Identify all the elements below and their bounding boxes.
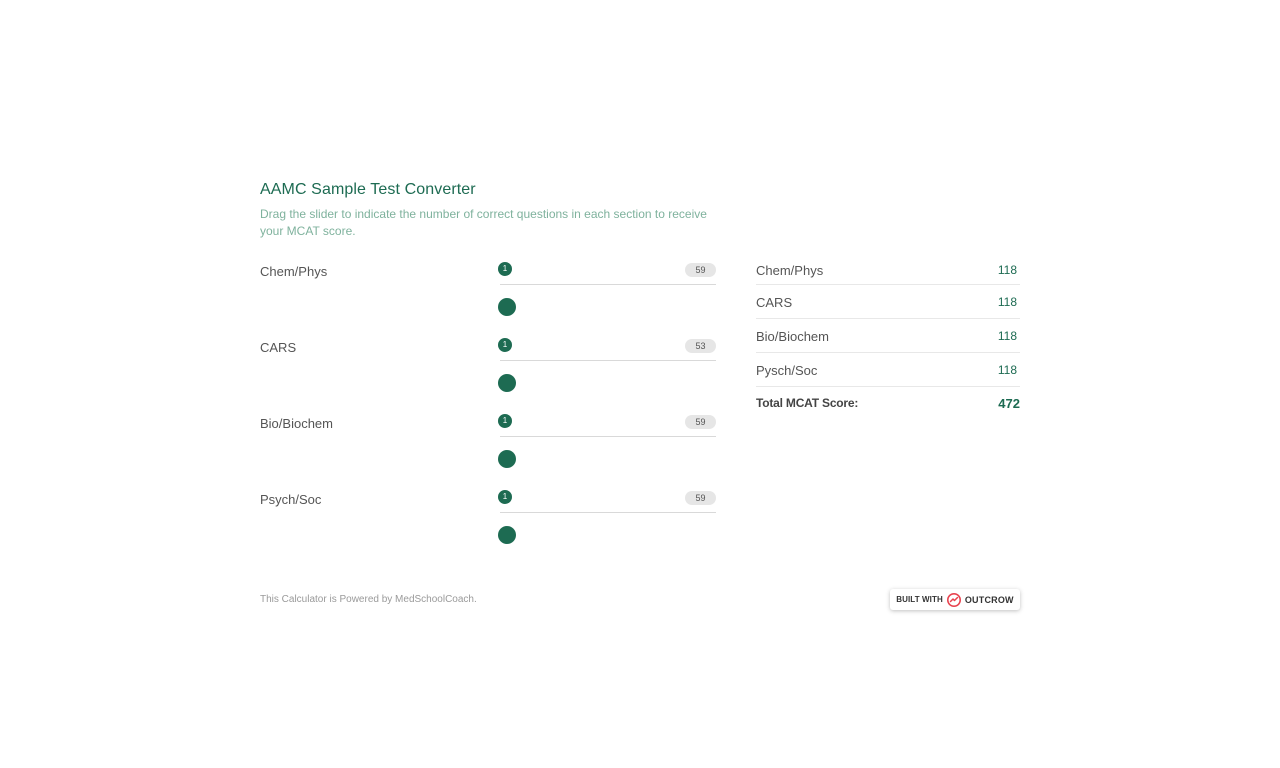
slider-max-value: 53 [685, 339, 716, 353]
slider-bio-biochem: Bio/Biochem 1 59 [260, 414, 716, 474]
brand-name: OUTCROW [964, 594, 1014, 605]
outgrow-logo-icon [946, 592, 961, 607]
result-value: 118 [997, 263, 1017, 277]
result-row: Bio/Biochem 118 [756, 319, 1020, 353]
slider-min-value: 1 [498, 338, 512, 352]
result-label: Pysch/Soc [756, 363, 818, 378]
total-score-value: 472 [998, 396, 1020, 411]
slider-chem-phys: Chem/Phys 1 59 [260, 262, 716, 322]
powered-by-text: This Calculator is Powered by MedSchoolC… [260, 594, 477, 605]
slider-min-value: 1 [498, 414, 512, 428]
result-row: Pysch/Soc 118 [756, 353, 1020, 387]
slider-min-value: 1 [498, 490, 512, 504]
slider-psych-soc: Psych/Soc 1 59 [260, 490, 716, 550]
slider-label: Psych/Soc [260, 492, 322, 507]
slider-label: Bio/Biochem [260, 416, 333, 431]
slider-track[interactable] [498, 436, 716, 468]
calculator-page: AAMC Sample Test Converter Drag the slid… [0, 0, 1280, 768]
slider-thumb[interactable] [498, 450, 516, 468]
results-panel: Chem/Phys 118 CARS 118 Bio/Biochem 118 P… [756, 253, 1020, 421]
result-row: CARS 118 [756, 285, 1020, 319]
slider-label: CARS [260, 340, 297, 355]
total-score-label: Total MCAT Score: [756, 396, 859, 410]
slider-thumb[interactable] [498, 526, 516, 544]
slider-cars: CARS 1 53 [260, 338, 716, 398]
slider-max-value: 59 [685, 415, 716, 429]
slider-label: Chem/Phys [260, 264, 328, 279]
slider-track[interactable] [498, 284, 716, 316]
slider-max-value: 59 [685, 263, 716, 277]
page-subtitle: Drag the slider to indicate the number o… [260, 207, 707, 238]
slider-min-value: 1 [498, 262, 512, 276]
result-value: 118 [997, 295, 1017, 309]
slider-thumb[interactable] [498, 374, 516, 392]
result-value: 118 [997, 329, 1017, 343]
built-with-label: BUILT WITH [896, 595, 943, 604]
result-label: Chem/Phys [756, 263, 824, 278]
slider-thumb[interactable] [498, 298, 516, 316]
slider-track[interactable] [498, 512, 716, 544]
result-label: Bio/Biochem [756, 329, 829, 344]
total-score-row: Total MCAT Score: 472 [756, 387, 1020, 421]
result-value: 118 [997, 363, 1017, 377]
result-row: Chem/Phys 118 [756, 253, 1020, 285]
page-title: AAMC Sample Test Converter [260, 181, 476, 198]
result-label: CARS [756, 295, 793, 310]
slider-track[interactable] [498, 360, 716, 392]
built-with-outgrow-badge[interactable]: BUILT WITH OUTCROW [890, 589, 1020, 610]
slider-max-value: 59 [685, 491, 716, 505]
